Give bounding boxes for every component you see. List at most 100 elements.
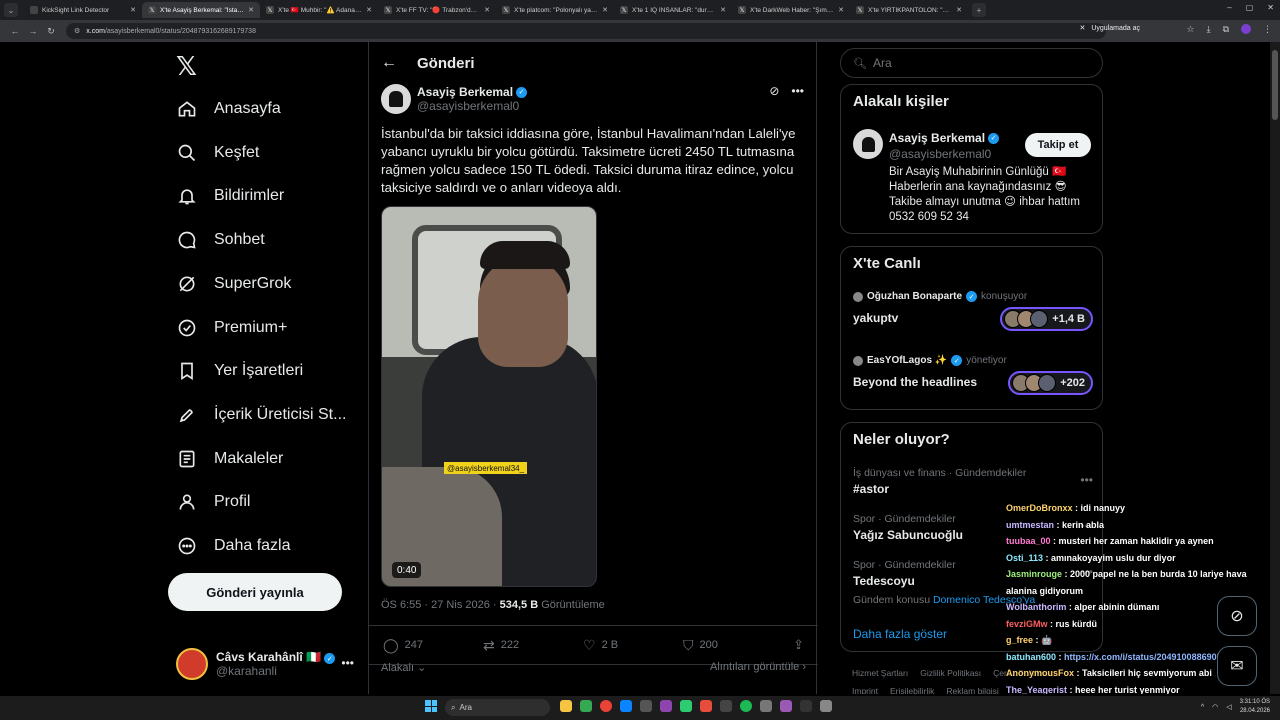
app-icon[interactable] [720, 700, 732, 712]
app-icon[interactable] [800, 700, 812, 712]
nav-item-search[interactable]: Keşfet [176, 138, 259, 168]
close-tab-icon[interactable]: ✕ [602, 6, 608, 14]
chevron-up-icon[interactable]: ^ [1201, 704, 1204, 711]
live-space[interactable]: Oğuzhan Bonaparte ✓ konuşuyor yakuptv +1,4 B [853, 291, 1093, 335]
browser-tab[interactable]: 𝕏 X'te 🇹🇷 Muhbir: "⚠️ Adana'da ✕ [260, 2, 378, 18]
grok-fab-icon[interactable]: ⊘ [1217, 596, 1257, 636]
nav-item-grok[interactable]: SuperGrok [176, 269, 291, 299]
taskbar-search[interactable]: ⌕ Ara [445, 699, 550, 716]
page-scrollbar[interactable] [1270, 42, 1280, 694]
follow-button[interactable]: Takip et [1025, 133, 1091, 157]
new-tab-icon[interactable]: + [972, 3, 986, 17]
listeners-pill[interactable]: +1,4 B [1000, 307, 1093, 331]
footer-link[interactable]: Gizlilik Politikası [920, 668, 981, 678]
app-icon[interactable] [620, 700, 632, 712]
trend-item[interactable]: İş dünyası ve finans · Gündemdekiler #ast… [853, 467, 1093, 496]
browser-tab[interactable]: 𝕏 X'te 1 IQ İNSANLAR: "durduk y ✕ [614, 2, 732, 18]
tab-list-icon[interactable]: ⌄ [4, 3, 18, 17]
minimize-icon[interactable]: – [1227, 3, 1231, 12]
close-tab-icon[interactable]: ✕ [366, 6, 372, 14]
windows-start-icon[interactable] [425, 700, 437, 712]
post-timestamp[interactable]: ÖS 6:55 · 27 Nis 2026 · [381, 599, 500, 611]
nav-item-more[interactable]: Daha fazla [176, 531, 291, 561]
profile-avatar[interactable] [1241, 24, 1251, 34]
author-handle[interactable]: @asayisberkemal0 [417, 99, 527, 113]
listeners-pill[interactable]: +202 [1008, 371, 1093, 395]
menu-icon[interactable]: ⋮ [1263, 24, 1272, 35]
chrome-icon[interactable] [600, 700, 612, 712]
bookmark-button[interactable]: ⛉ 200 [683, 637, 783, 654]
related-name[interactable]: Asayiş Berkemal ✓ [889, 131, 1000, 145]
share-icon[interactable]: ⇪ [793, 637, 804, 653]
clock[interactable]: 3:31:10 ÖS 28.04.2026 [1240, 698, 1270, 716]
nav-item-chat[interactable]: Sohbet [176, 225, 265, 255]
account-switcher[interactable]: Câvs Karahânlî 🇮🇹 ✓ @karahanli ••• [176, 646, 358, 682]
search-input[interactable]: 🔍︎ Ara [840, 48, 1103, 78]
back-icon[interactable]: ← [6, 26, 24, 36]
url-input[interactable]: ⚙ x.com /asayisberkemal0/status/20487931… [66, 23, 1106, 39]
repost-button[interactable]: ⇄ 222 [483, 637, 583, 654]
app-icon[interactable] [580, 700, 592, 712]
browser-tab[interactable]: 𝕏 X'te FF TV: "🔴 Trabzon'da sah ✕ [378, 2, 496, 18]
post-author[interactable]: Asayiş Berkemal ✓ @asayisberkemal0 [381, 84, 528, 114]
app-icon[interactable] [640, 700, 652, 712]
close-tab-icon[interactable]: ✕ [248, 6, 254, 14]
close-tab-icon[interactable]: ✕ [720, 6, 726, 14]
more-options-icon[interactable]: ••• [1080, 473, 1093, 487]
download-icon[interactable]: ⤓ [1207, 24, 1211, 35]
close-window-icon[interactable]: ✕ [1267, 3, 1274, 12]
reload-icon[interactable]: ↻ [42, 26, 60, 37]
post-video[interactable]: @asayisberkemal34_ 0:40 [381, 206, 597, 587]
close-chip-icon[interactable]: ✕ [1079, 24, 1085, 32]
live-space[interactable]: EasYOfLagos ✨ ✓ yönetiyor Beyond the headli… [853, 355, 1093, 399]
nav-item-profile[interactable]: Profil [176, 487, 250, 517]
wifi-icon[interactable]: ◠ [1212, 703, 1218, 711]
app-icon[interactable] [560, 700, 572, 712]
close-tab-icon[interactable]: ✕ [130, 6, 136, 14]
grok-icon[interactable]: ⊘ [769, 84, 779, 98]
nav-item-rocket[interactable]: İçerik Üreticisi St... [176, 400, 346, 430]
spotify-icon[interactable] [740, 700, 752, 712]
related-handle[interactable]: @asayisberkemal0 [889, 147, 991, 161]
app-icon[interactable] [780, 700, 792, 712]
app-icon[interactable] [760, 700, 772, 712]
author-name[interactable]: Asayiş Berkemal ✓ [417, 85, 528, 99]
site-info-icon[interactable]: ⚙ [74, 27, 80, 35]
open-in-app[interactable]: ✕ Uygulamada aç [1079, 24, 1140, 33]
sort-dropdown[interactable]: Alakalı ⌄ [381, 661, 426, 674]
app-icon[interactable] [660, 700, 672, 712]
close-tab-icon[interactable]: ✕ [838, 6, 844, 14]
show-more-link[interactable]: Daha fazla göster [853, 627, 947, 641]
more-options-icon[interactable]: ••• [791, 84, 804, 98]
footer-link[interactable]: Imprint [852, 686, 878, 694]
browser-tab[interactable]: 𝕏 X'te Asayiş Berkemal: "İstanbul ✕ [142, 2, 260, 18]
avatar[interactable] [853, 129, 883, 159]
star-icon[interactable]: ☆ [1187, 24, 1195, 35]
back-arrow-icon[interactable]: ← [381, 54, 397, 72]
extensions-icon[interactable]: ⧉ [1223, 24, 1229, 35]
app-icon[interactable] [700, 700, 712, 712]
nav-item-article[interactable]: Makaleler [176, 444, 283, 474]
app-icon[interactable] [820, 700, 832, 712]
volume-icon[interactable]: ◁ [1226, 703, 1231, 711]
maximize-icon[interactable]: ▢ [1246, 3, 1254, 12]
view-quotes-link[interactable]: Alıntıları görüntüle › [710, 661, 806, 674]
nav-item-bell[interactable]: Bildirimler [176, 181, 284, 211]
footer-link[interactable]: Reklam bilgisi [946, 686, 998, 694]
app-icon[interactable] [680, 700, 692, 712]
more-options-icon[interactable]: ••• [341, 656, 354, 670]
x-logo-icon[interactable]: 𝕏 [176, 52, 197, 82]
browser-tab[interactable]: KickSight Link Detector ✕ [24, 2, 142, 18]
nav-item-premium[interactable]: Premium+ [176, 313, 287, 343]
forward-icon[interactable]: → [24, 26, 42, 36]
post-button[interactable]: Gönderi yayınla [168, 573, 342, 611]
like-button[interactable]: ♡ 2 B [583, 637, 683, 654]
footer-link[interactable]: Erişilebilirlik [890, 686, 934, 694]
browser-tab[interactable]: 𝕏 X'te platcom: "Polonyalı yayıncı ✕ [496, 2, 614, 18]
nav-item-home[interactable]: Anasayfa [176, 94, 281, 124]
nav-item-bookmark[interactable]: Yer İşaretleri [176, 356, 303, 386]
reply-button[interactable]: ◯ 247 [383, 637, 483, 654]
browser-tab[interactable]: 𝕏 X'te YIRTIKPANTOLON: "Bazen ✕ [850, 2, 968, 18]
close-tab-icon[interactable]: ✕ [956, 6, 962, 14]
close-tab-icon[interactable]: ✕ [484, 6, 490, 14]
